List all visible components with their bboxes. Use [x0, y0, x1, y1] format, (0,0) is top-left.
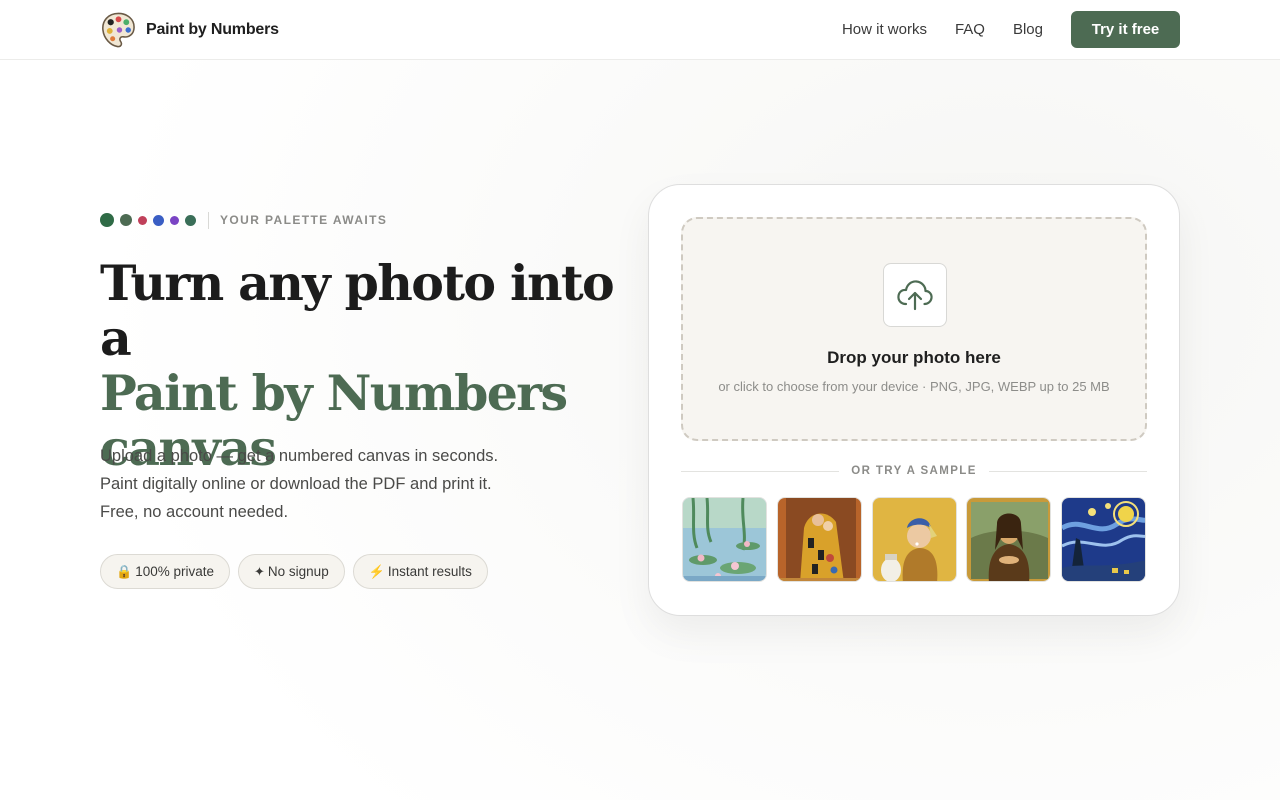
divider-line [988, 470, 1148, 472]
nav-blog[interactable]: Blog [1013, 21, 1043, 38]
samples-divider: OR TRY A SAMPLE [681, 463, 1148, 479]
nav-faq[interactable]: FAQ [955, 21, 985, 38]
sparkle-icon: ✦ [254, 563, 265, 579]
starry-night-sample[interactable] [1061, 497, 1146, 582]
samples-label: OR TRY A SAMPLE [851, 465, 977, 477]
main-nav: How it works FAQ Blog Try it free [842, 11, 1180, 48]
girl-with-pearl-earring-sample[interactable] [871, 497, 957, 582]
nav-how-it-works[interactable]: How it works [842, 21, 927, 38]
palette-dot [185, 214, 196, 226]
mona-lisa-sample[interactable] [966, 497, 1052, 582]
description-line: Upload a photo — get a numbered canvas i… [100, 447, 499, 465]
divider-line [681, 470, 840, 472]
sample-thumbnails [682, 497, 1146, 582]
hero-description: Upload a photo — get a numbered canvas i… [100, 442, 540, 526]
brand-name: Paint by Numbers [146, 21, 279, 38]
feature-chips: 🔒 100% private ✦ No signup ⚡ Instant res… [100, 554, 496, 589]
eyebrow: YOUR PALETTE AWAITS [100, 211, 387, 229]
palette-dot [170, 215, 179, 225]
description-line: Paint digitally online or download the P… [100, 475, 492, 493]
top-navbar: Paint by Numbers How it works FAQ Blog T… [0, 0, 1280, 60]
water-lilies-sample[interactable] [682, 497, 767, 582]
eyebrow-divider [208, 211, 209, 229]
palette-icon [102, 12, 135, 48]
feature-chip-private: 🔒 100% private [100, 554, 230, 589]
upload-card: Drop your photo here or click to choose … [648, 184, 1180, 616]
headline-line-1: Turn any photo into a [100, 254, 615, 367]
try-it-free-button[interactable]: Try it free [1071, 11, 1180, 48]
chip-label: Instant results [387, 564, 472, 579]
description-line: Free, no account needed. [100, 503, 289, 521]
headline-accent-line-2: Paint by Numbers [100, 364, 568, 422]
the-kiss-sample[interactable] [776, 497, 862, 582]
lightning-icon: ⚡ [368, 563, 385, 579]
upload-button[interactable] [883, 263, 947, 327]
palette-dot [100, 213, 114, 227]
eyebrow-text: YOUR PALETTE AWAITS [220, 213, 388, 227]
chip-label: No signup [267, 564, 329, 579]
palette-dot [153, 214, 164, 226]
cloud-upload-icon [897, 280, 933, 311]
feature-chip-instant: ⚡ Instant results [352, 554, 488, 589]
photo-dropzone[interactable]: Drop your photo here or click to choose … [681, 217, 1147, 441]
palette-dot [120, 214, 132, 226]
dropzone-subtitle: or click to choose from your device · PN… [718, 379, 1110, 394]
dropzone-title: Drop your photo here [827, 348, 1001, 367]
feature-chip-no-signup: ✦ No signup [238, 554, 345, 589]
chip-label: 100% private [135, 564, 214, 579]
brand-link[interactable]: Paint by Numbers [100, 11, 279, 49]
palette-dot [138, 215, 147, 225]
lock-icon: 🔒 [116, 563, 133, 579]
